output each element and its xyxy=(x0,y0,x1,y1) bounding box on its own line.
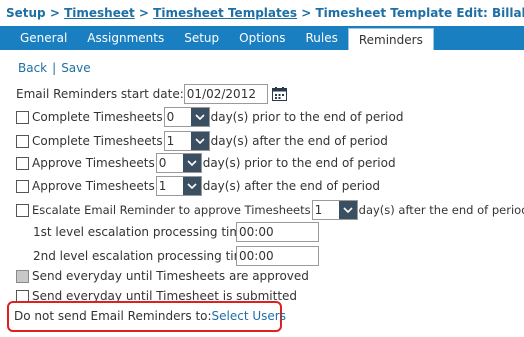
action-links: Back | Save xyxy=(18,61,91,75)
reminder-suffix: day(s) after the end of period xyxy=(202,179,380,193)
first-escalation-label: 1st level escalation processing time: xyxy=(33,225,253,239)
second-escalation-row: 2nd level escalation processing time: 00… xyxy=(33,246,319,266)
everyday-approved-label: Send everyday until Timesheets are appro… xyxy=(32,269,309,283)
breadcrumb-separator: > xyxy=(297,6,316,20)
reminder-suffix: day(s) after the end of period xyxy=(358,203,524,217)
start-date-label: Email Reminders start date: xyxy=(16,87,184,101)
calendar-icon[interactable] xyxy=(271,87,287,101)
tab-general[interactable]: General xyxy=(10,26,77,50)
breadcrumb: Setup > Timesheet > Timesheet Templates … xyxy=(0,0,524,26)
breadcrumb-separator: > xyxy=(134,6,154,20)
days-select[interactable]: 1 xyxy=(155,176,202,196)
approve-after-checkbox[interactable] xyxy=(16,179,29,193)
breadcrumb-current: Timesheet Template Edit: Billable Work xyxy=(315,6,524,20)
reminder-suffix: day(s) prior to the end of period xyxy=(202,156,396,170)
days-select-value: 1 xyxy=(158,179,167,193)
complete-prior-checkbox[interactable] xyxy=(16,110,29,124)
days-select-value: 0 xyxy=(158,156,167,170)
breadcrumb-timesheet-templates[interactable]: Timesheet Templates xyxy=(153,6,297,20)
first-escalation-time-input[interactable]: 00:00 xyxy=(236,222,319,242)
days-select[interactable]: 1 xyxy=(163,131,210,151)
start-date-input[interactable]: 01/02/2012 xyxy=(183,84,268,104)
tab-assignments[interactable]: Assignments xyxy=(77,26,174,50)
do-not-send-row: Do not send Email Reminders to: Select U… xyxy=(14,306,286,326)
days-select[interactable]: 1 xyxy=(311,200,358,220)
breadcrumb-separator: > xyxy=(45,6,65,20)
tab-bar: General Assignments Setup Options Rules … xyxy=(0,26,524,50)
back-link[interactable]: Back xyxy=(18,61,47,75)
everyday-approved-checkbox[interactable] xyxy=(16,269,29,283)
breadcrumb-setup[interactable]: Setup xyxy=(6,6,46,20)
reminder-label: Approve Timesheets xyxy=(32,156,155,170)
first-escalation-row: 1st level escalation processing time: 00… xyxy=(33,222,319,242)
reminder-suffix: day(s) after the end of period xyxy=(210,134,388,148)
reminder-label: Complete Timesheets xyxy=(32,110,163,124)
days-select[interactable]: 0 xyxy=(163,107,210,127)
complete-after-checkbox[interactable] xyxy=(16,134,29,148)
second-escalation-time-input[interactable]: 00:00 xyxy=(236,246,319,266)
everyday-approved-row: Send everyday until Timesheets are appro… xyxy=(16,266,309,286)
action-separator: | xyxy=(52,61,57,75)
chevron-down-icon[interactable] xyxy=(338,201,357,219)
chevron-down-icon[interactable] xyxy=(182,154,201,172)
breadcrumb-timesheet[interactable]: Timesheet xyxy=(64,6,135,20)
tab-setup[interactable]: Setup xyxy=(174,26,229,50)
select-users-link[interactable]: Select Users xyxy=(212,309,286,323)
chevron-down-icon[interactable] xyxy=(190,132,209,150)
start-date-row: Email Reminders start date: 01/02/2012 xyxy=(16,84,287,104)
tab-rules[interactable]: Rules xyxy=(295,26,347,50)
days-select-value: 0 xyxy=(166,110,175,124)
reminder-row: Approve Timesheets 1 day(s) after the en… xyxy=(16,176,380,196)
tab-options[interactable]: Options xyxy=(229,26,295,50)
reminder-label: Complete Timesheets xyxy=(32,134,163,148)
reminder-row: Approve Timesheets 0 day(s) prior to the… xyxy=(16,153,396,173)
days-select-value: 1 xyxy=(166,134,175,148)
tab-reminders[interactable]: Reminders xyxy=(347,28,434,50)
reminder-row: Complete Timesheets 1 day(s) after the e… xyxy=(16,131,388,151)
reminder-label: Approve Timesheets xyxy=(32,179,155,193)
days-select-value: 1 xyxy=(314,203,323,217)
reminder-suffix: day(s) prior to the end of period xyxy=(210,110,404,124)
reminder-row: Complete Timesheets 0 day(s) prior to th… xyxy=(16,107,403,127)
reminder-label: Escalate Email Reminder to approve Times… xyxy=(32,203,311,217)
approve-prior-checkbox[interactable] xyxy=(16,156,29,170)
save-link[interactable]: Save xyxy=(61,61,90,75)
reminder-row: Escalate Email Reminder to approve Times… xyxy=(16,200,524,220)
do-not-send-label: Do not send Email Reminders to: xyxy=(14,309,212,323)
second-escalation-label: 2nd level escalation processing time: xyxy=(33,249,257,263)
chevron-down-icon[interactable] xyxy=(190,108,209,126)
escalate-checkbox[interactable] xyxy=(16,203,29,217)
chevron-down-icon[interactable] xyxy=(182,177,201,195)
days-select[interactable]: 0 xyxy=(155,153,202,173)
